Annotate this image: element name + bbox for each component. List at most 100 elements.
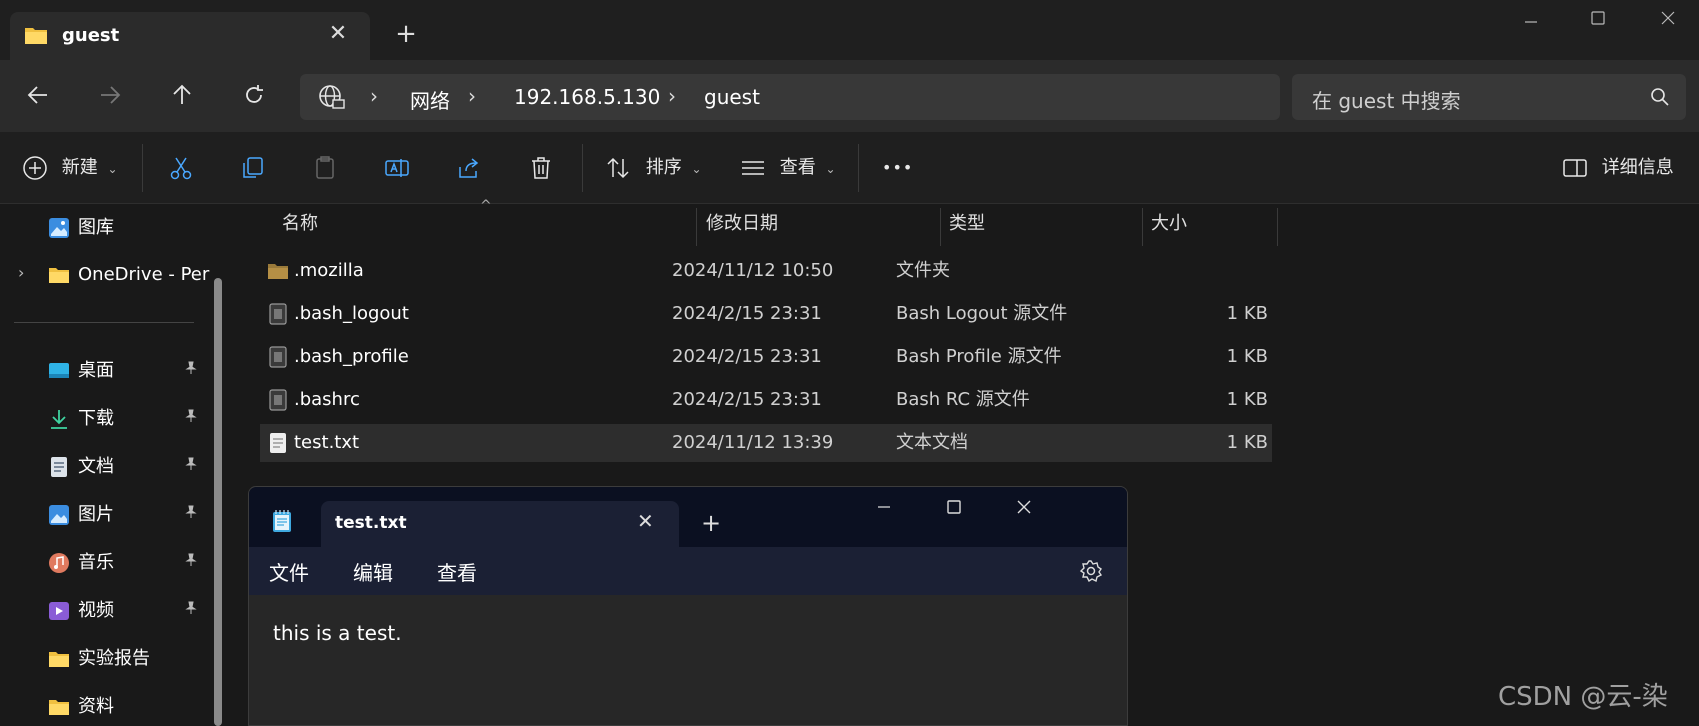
- column-divider[interactable]: [696, 208, 697, 246]
- watermark: CSDN @云-染: [1498, 682, 1668, 712]
- minimize-button[interactable]: [1508, 10, 1554, 40]
- column-divider[interactable]: [1277, 208, 1278, 246]
- minimize-button[interactable]: [869, 499, 899, 523]
- close-window-button[interactable]: [1009, 499, 1039, 523]
- search-box[interactable]: 在 guest 中搜索: [1292, 74, 1686, 120]
- sidebar-item-label: 音乐: [78, 552, 114, 573]
- sidebar-item-materials[interactable]: 资料: [48, 691, 218, 723]
- breadcrumb-network[interactable]: 网络: [410, 85, 450, 114]
- sort-button[interactable]: 排序 ⌄: [606, 150, 702, 186]
- pin-icon[interactable]: [184, 451, 198, 483]
- command-bar: 新建 ⌄ 排序 ⌄ 查看 ⌄ ••• 详细信息: [0, 132, 1699, 204]
- pin-icon[interactable]: [184, 547, 198, 579]
- pin-icon[interactable]: [184, 499, 198, 531]
- notepad-tab[interactable]: test.txt ✕: [321, 501, 679, 547]
- plus-circle-icon: [23, 156, 47, 180]
- sidebar-item-label: 文档: [78, 456, 114, 477]
- maximize-button[interactable]: [939, 499, 969, 523]
- file-row-test-txt[interactable]: test.txt 2024/11/12 13:39 文本文档 1 KB: [260, 424, 1272, 462]
- sidebar-scrollbar[interactable]: [214, 278, 222, 726]
- maximize-icon: [1591, 11, 1605, 25]
- sidebar-item-pictures[interactable]: 图片: [48, 499, 218, 531]
- search-icon[interactable]: [1650, 87, 1670, 107]
- file-size: 1 KB: [1226, 303, 1268, 324]
- close-tab-icon[interactable]: ✕: [637, 509, 654, 533]
- maximize-icon: [947, 500, 961, 514]
- refresh-icon: [246, 85, 263, 103]
- file-row-bash-logout[interactable]: .bash_logout 2024/2/15 23:31 Bash Logout…: [260, 295, 1272, 333]
- forward-button[interactable]: [92, 80, 128, 116]
- file-row-bash-profile[interactable]: .bash_profile 2024/2/15 23:31 Bash Profi…: [260, 338, 1272, 376]
- gear-icon[interactable]: [1079, 559, 1103, 583]
- column-header-size[interactable]: 大小: [1151, 204, 1187, 244]
- view-list-icon: [742, 161, 764, 175]
- notepad-editor[interactable]: this is a test.: [249, 595, 1127, 725]
- copy-button[interactable]: [240, 150, 266, 186]
- column-divider[interactable]: [940, 208, 941, 246]
- tab-guest[interactable]: guest ✕: [10, 12, 370, 60]
- up-button[interactable]: [164, 80, 200, 116]
- sort-ascending-icon: ^: [480, 198, 492, 214]
- sidebar-item-documents[interactable]: 文档: [48, 451, 218, 483]
- file-type: Bash RC 源文件: [896, 389, 1030, 410]
- refresh-button[interactable]: [236, 80, 272, 116]
- sidebar-item-downloads[interactable]: 下载: [48, 403, 218, 435]
- minimize-icon: [878, 506, 890, 508]
- column-divider[interactable]: [1142, 208, 1143, 246]
- sidebar-item-onedrive[interactable]: OneDrive - Per: [48, 259, 218, 291]
- documents-icon: [51, 457, 67, 477]
- sidebar-item-lab-reports[interactable]: 实验报告: [48, 643, 218, 675]
- pin-icon[interactable]: [184, 355, 198, 387]
- arrow-up-icon: [173, 84, 191, 104]
- chevron-right-icon[interactable]: ›: [18, 263, 24, 282]
- breadcrumb-separator: ›: [370, 84, 378, 108]
- close-window-button[interactable]: [1645, 10, 1691, 40]
- file-date: 2024/2/15 23:31: [672, 303, 822, 324]
- divider: [142, 144, 143, 192]
- navigation-pane: 图库 › OneDrive - Per 桌面 下载 文档 图片 音乐 视频 实验…: [0, 204, 232, 726]
- file-date: 2024/2/15 23:31: [672, 346, 822, 367]
- share-button[interactable]: [456, 150, 482, 186]
- cut-button[interactable]: [168, 150, 194, 186]
- music-icon: [49, 553, 69, 573]
- maximize-button[interactable]: [1575, 10, 1621, 40]
- address-bar[interactable]: › 网络 › 192.168.5.130 › guest: [300, 74, 1280, 120]
- delete-button[interactable]: [528, 150, 554, 186]
- column-header-date[interactable]: 修改日期: [706, 204, 778, 244]
- menu-view[interactable]: 查看: [437, 557, 477, 586]
- breadcrumb-guest[interactable]: guest: [704, 85, 760, 109]
- pin-icon[interactable]: [184, 403, 198, 435]
- onedrive-folder-icon: [49, 268, 69, 283]
- file-row-mozilla[interactable]: .mozilla 2024/11/12 10:50 文件夹: [260, 252, 1272, 290]
- pin-icon[interactable]: [184, 595, 198, 627]
- file-size: 1 KB: [1226, 432, 1268, 453]
- breadcrumb-host[interactable]: 192.168.5.130: [514, 85, 660, 109]
- file-name: .bashrc: [294, 389, 360, 410]
- menu-edit[interactable]: 编辑: [353, 557, 393, 586]
- file-type: Bash Profile 源文件: [896, 346, 1062, 367]
- sidebar-item-music[interactable]: 音乐: [48, 547, 218, 579]
- rename-button[interactable]: [384, 150, 410, 186]
- sidebar-item-desktop[interactable]: 桌面: [48, 355, 218, 387]
- close-tab-icon[interactable]: ✕: [326, 22, 350, 46]
- network-globe-icon: [319, 85, 345, 109]
- menu-file[interactable]: 文件: [269, 557, 309, 586]
- new-button[interactable]: 新建 ⌄: [22, 150, 118, 186]
- back-button[interactable]: [20, 80, 56, 116]
- file-icon: [269, 346, 287, 368]
- new-tab-button[interactable]: +: [392, 20, 420, 48]
- file-type: 文件夹: [896, 260, 950, 281]
- search-placeholder: 在 guest 中搜索: [1312, 89, 1461, 113]
- paste-button[interactable]: [312, 150, 338, 186]
- view-button[interactable]: 查看 ⌄: [740, 150, 836, 186]
- file-row-bashrc[interactable]: .bashrc 2024/2/15 23:31 Bash RC 源文件 1 KB: [260, 381, 1272, 419]
- new-tab-button[interactable]: +: [701, 511, 721, 535]
- column-header-type[interactable]: 类型: [949, 204, 985, 244]
- clipboard-icon: [316, 156, 334, 179]
- details-pane-button[interactable]: 详细信息: [1562, 150, 1674, 186]
- sidebar-item-videos[interactable]: 视频: [48, 595, 218, 627]
- sidebar-item-gallery[interactable]: 图库: [48, 212, 218, 244]
- more-options-button[interactable]: •••: [882, 150, 913, 186]
- file-name: .mozilla: [294, 260, 364, 281]
- column-header-name[interactable]: 名称: [282, 204, 318, 244]
